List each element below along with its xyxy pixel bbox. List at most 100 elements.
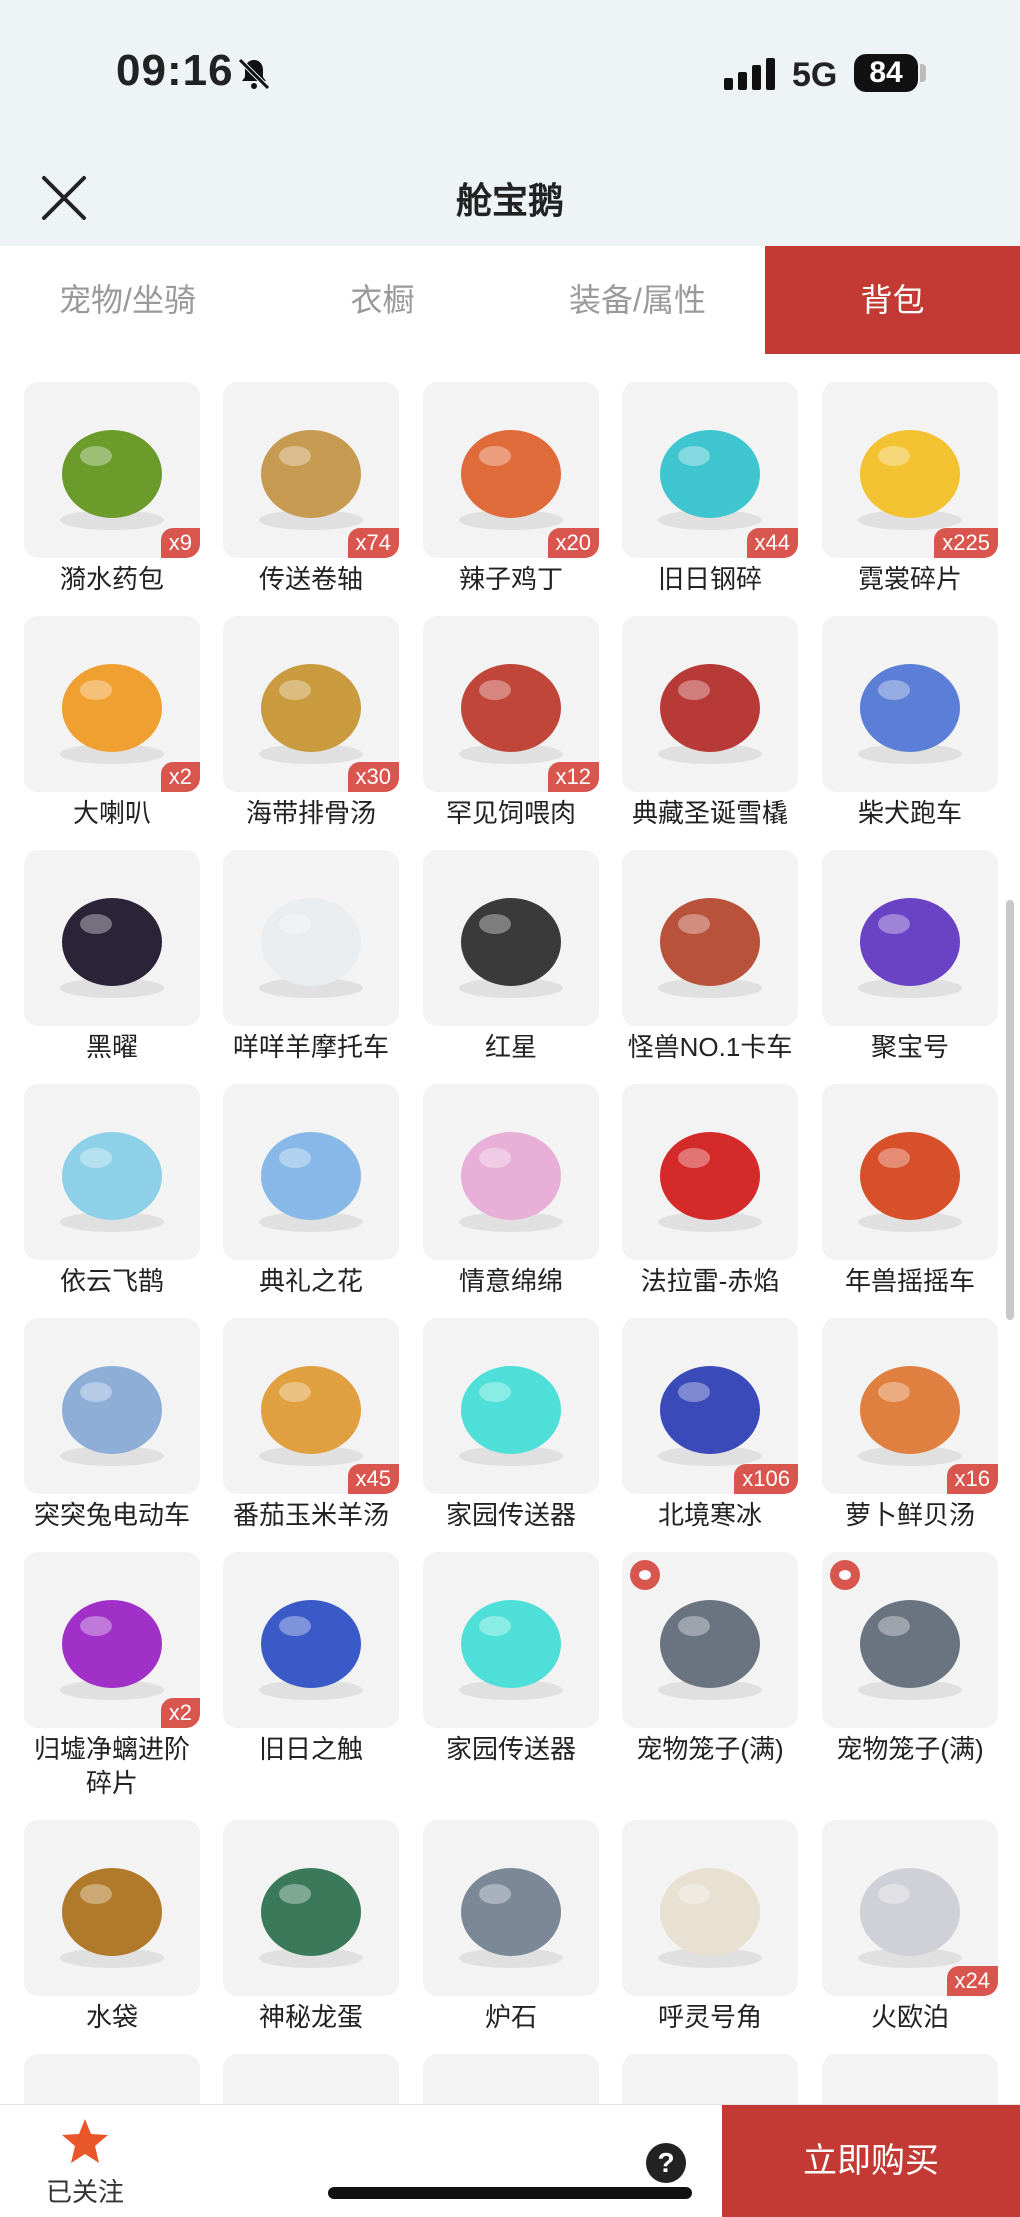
inventory-item[interactable]: 法拉雷-赤焰 [622, 1084, 798, 1298]
inventory-item[interactable]: x16 萝卜鲜贝汤 [822, 1318, 998, 1532]
inventory-item[interactable]: x12 罕见饲喂肉 [423, 616, 599, 830]
tab-1[interactable]: 衣橱 [255, 246, 510, 354]
bottom-bar: 已关注 ? 立即购买 [0, 2104, 1020, 2217]
item-thumbnail [622, 1552, 798, 1728]
item-icon [459, 1132, 563, 1232]
item-icon [658, 1868, 762, 1968]
inventory-item[interactable]: x9 漪水药包 [24, 382, 200, 596]
inventory-item[interactable]: 典礼之花 [223, 1084, 399, 1298]
item-thumbnail: x20 [423, 382, 599, 558]
quantity-badge: x225 [934, 528, 998, 558]
inventory-item[interactable]: 突突兔电动车 [24, 1318, 200, 1532]
item-thumbnail [24, 1820, 200, 1996]
inventory-item[interactable]: x45 番茄玉米羊汤 [223, 1318, 399, 1532]
item-name: 家园传送器 [445, 1734, 576, 1764]
item-name: 旧日钢碎 [657, 564, 762, 594]
inventory-item[interactable]: 怪兽NO.1卡车 [622, 850, 798, 1064]
item-thumbnail [423, 1084, 599, 1260]
item-thumbnail [423, 2054, 599, 2104]
inventory-item[interactable]: x2 归墟净螭进阶碎片 [24, 1552, 200, 1800]
inventory-item[interactable]: x225 霓裳碎片 [822, 382, 998, 596]
item-thumbnail: x45 [223, 1318, 399, 1494]
inventory-item[interactable]: x106 北境寒冰 [622, 1318, 798, 1532]
inventory-item[interactable]: 咩咩羊摩托车 [223, 850, 399, 1064]
inventory-item[interactable]: 宠物笼子(满) [822, 1552, 998, 1766]
inventory-item[interactable]: x20 辣子鸡丁 [423, 382, 599, 596]
tab-3[interactable]: 背包 [765, 246, 1020, 354]
tab-0[interactable]: 宠物/坐骑 [0, 246, 255, 354]
item-thumbnail [822, 616, 998, 792]
bell-muted-icon [238, 58, 270, 90]
inventory-item[interactable]: 黑曜 [24, 850, 200, 1064]
item-name: 情意绵绵 [458, 1266, 563, 1296]
inventory-item[interactable]: x2 大喇叭 [24, 616, 200, 830]
help-button[interactable]: ? [646, 2143, 686, 2183]
item-thumbnail [423, 1552, 599, 1728]
item-thumbnail: x16 [822, 1318, 998, 1494]
inventory-item[interactable]: 宠物笼子(满) [622, 1552, 798, 1766]
inventory-item[interactable]: 情意绵绵 [423, 1084, 599, 1298]
page-title: 舱宝鹅 [455, 180, 564, 221]
item-thumbnail [822, 1084, 998, 1260]
quantity-badge: x45 [347, 1464, 399, 1494]
status-bar: 09:16 5G 84 [0, 0, 1020, 150]
item-icon [459, 1366, 563, 1466]
item-thumbnail [822, 2054, 998, 2104]
item-name: 咩咩羊摩托车 [232, 1032, 389, 1062]
inventory-item[interactable]: 家园传送器 [423, 1552, 599, 1766]
inventory-item[interactable]: 红星 [423, 850, 599, 1064]
item-icon [858, 664, 962, 764]
inventory-item[interactable]: 家园传送器 [423, 1318, 599, 1532]
item-name: 依云飞鹊 [59, 1266, 164, 1296]
item-name: 典藏圣诞雪橇 [631, 798, 788, 828]
item-icon [60, 898, 164, 998]
item-name: 炉石 [484, 2002, 537, 2032]
star-icon [62, 2119, 108, 2163]
item-thumbnail: x225 [822, 382, 998, 558]
item-name: 旧日之触 [258, 1734, 363, 1764]
item-icon [60, 1132, 164, 1232]
inventory-item[interactable]: 呼灵号角 [622, 1820, 798, 2034]
item-name: 番茄玉米羊汤 [232, 1500, 389, 1530]
scrollbar[interactable] [1006, 900, 1014, 1320]
item-thumbnail: x2 [24, 616, 200, 792]
inventory-item[interactable]: x44 旧日钢碎 [622, 382, 798, 596]
item-thumbnail: x44 [622, 382, 798, 558]
inventory-item[interactable]: x24 火欧泊 [822, 1820, 998, 2034]
item-name: 萝卜鲜贝汤 [844, 1500, 975, 1530]
inventory-item[interactable]: x30 海带排骨汤 [223, 616, 399, 830]
item-thumbnail [223, 1552, 399, 1728]
inventory-item[interactable]: 依云飞鹊 [24, 1084, 200, 1298]
item-name: 海带排骨汤 [245, 798, 376, 828]
item-icon [658, 1132, 762, 1232]
follow-button[interactable]: 已关注 [40, 2117, 130, 2209]
item-thumbnail: x12 [423, 616, 599, 792]
inventory-item[interactable]: 炉石 [423, 1820, 599, 2034]
signal-icon [724, 58, 775, 90]
item-thumbnail [24, 1318, 200, 1494]
tab-2[interactable]: 装备/属性 [510, 246, 765, 354]
battery-level: 84 [854, 54, 918, 92]
item-name: 黑曜 [85, 1032, 138, 1062]
item-icon [259, 898, 363, 998]
item-name: 漪水药包 [59, 564, 164, 594]
buy-now-button[interactable]: 立即购买 [722, 2105, 1020, 2217]
quantity-badge: x30 [347, 762, 399, 792]
item-name: 辣子鸡丁 [458, 564, 563, 594]
home-indicator [328, 2187, 692, 2199]
inventory-item[interactable]: 年兽摇摇车 [822, 1084, 998, 1298]
inventory-item[interactable]: 聚宝号 [822, 850, 998, 1064]
inventory-item[interactable]: 旧日之触 [223, 1552, 399, 1766]
quantity-badge: x12 [547, 762, 599, 792]
item-thumbnail [622, 850, 798, 1026]
inventory-item[interactable]: 柴犬跑车 [822, 616, 998, 830]
item-icon [60, 1366, 164, 1466]
inventory-item[interactable]: x74 传送卷轴 [223, 382, 399, 596]
item-thumbnail [622, 616, 798, 792]
inventory-item[interactable]: 典藏圣诞雪橇 [622, 616, 798, 830]
item-thumbnail [622, 1820, 798, 1996]
inventory-item[interactable]: 水袋 [24, 1820, 200, 2034]
item-thumbnail: x106 [622, 1318, 798, 1494]
inventory-item[interactable]: 神秘龙蛋 [223, 1820, 399, 2034]
paw-badge-icon [630, 1560, 660, 1590]
